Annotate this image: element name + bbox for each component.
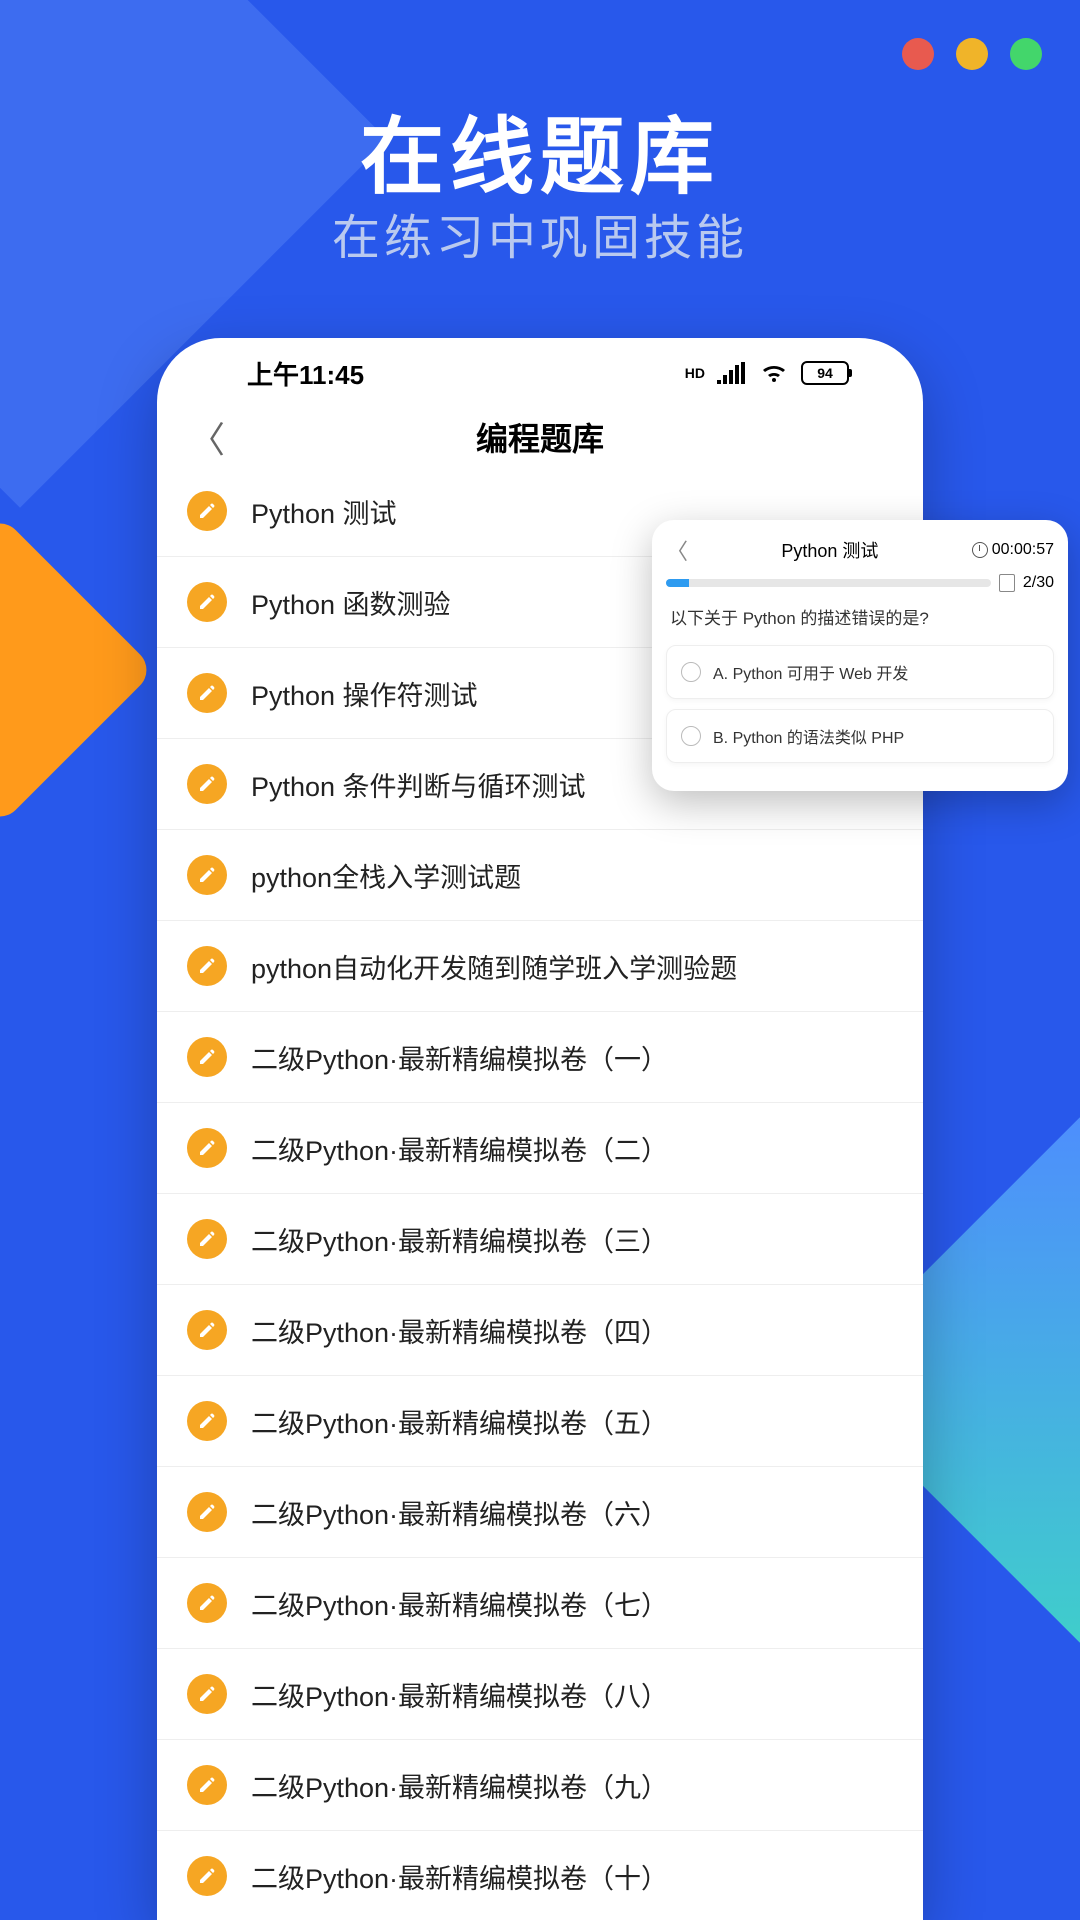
list-item-label: 二级Python·最新精编模拟卷（五） — [251, 1402, 668, 1441]
status-bar: 上午11:45 HD 94 — [157, 338, 923, 408]
popup-progress-row: 2/30 — [666, 574, 1054, 592]
list-item[interactable]: python全栈入学测试题 — [157, 830, 923, 921]
nav-title: 编程题库 — [476, 414, 604, 460]
pencil-icon — [187, 1856, 227, 1896]
popup-back-icon[interactable]: 〈 — [666, 534, 688, 566]
list-item-label: 二级Python·最新精编模拟卷（九） — [251, 1766, 668, 1805]
pencil-icon — [187, 855, 227, 895]
bookmark-icon[interactable] — [999, 574, 1015, 592]
pencil-icon — [187, 1583, 227, 1623]
dot-yellow — [956, 38, 988, 70]
pencil-icon — [187, 946, 227, 986]
list-item[interactable]: 二级Python·最新精编模拟卷（七） — [157, 1558, 923, 1649]
list-item-label: Python 函数测验 — [251, 583, 451, 622]
list-item-label: Python 测试 — [251, 492, 397, 531]
battery-icon: 94 — [801, 361, 849, 385]
list-item[interactable]: 二级Python·最新精编模拟卷（五） — [157, 1376, 923, 1467]
list-item-label: 二级Python·最新精编模拟卷（六） — [251, 1493, 668, 1532]
list-item-label: 二级Python·最新精编模拟卷（三） — [251, 1220, 668, 1259]
pencil-icon — [187, 673, 227, 713]
popup-header: 〈 Python 测试 00:00:57 — [666, 534, 1054, 566]
option-text: A. Python 可用于 Web 开发 — [713, 660, 908, 684]
pencil-icon — [187, 582, 227, 622]
radio-icon — [681, 726, 701, 746]
list-item-label: Python 操作符测试 — [251, 674, 478, 713]
window-controls — [902, 38, 1042, 70]
option-text: B. Python 的语法类似 PHP — [713, 724, 904, 748]
pencil-icon — [187, 1492, 227, 1532]
back-icon[interactable]: 〈 — [189, 411, 225, 463]
list-item[interactable]: 二级Python·最新精编模拟卷（三） — [157, 1194, 923, 1285]
list-item[interactable]: 二级Python·最新精编模拟卷（二） — [157, 1103, 923, 1194]
list-item[interactable]: 二级Python·最新精编模拟卷（六） — [157, 1467, 923, 1558]
list-item-label: 二级Python·最新精编模拟卷（四） — [251, 1311, 668, 1350]
list-item-label: python自动化开发随到随学班入学测验题 — [251, 947, 737, 986]
list-item-label: 二级Python·最新精编模拟卷（八） — [251, 1675, 668, 1714]
list-item-label: Python 条件判断与循环测试 — [251, 765, 586, 804]
status-right: HD 94 — [685, 361, 849, 385]
hd-icon: HD — [685, 365, 705, 381]
progress-fill — [666, 579, 689, 587]
quiz-option[interactable]: B. Python 的语法类似 PHP — [666, 709, 1054, 763]
list-item-label: 二级Python·最新精编模拟卷（十） — [251, 1857, 668, 1896]
pencil-icon — [187, 1219, 227, 1259]
pencil-icon — [187, 1128, 227, 1168]
list-item[interactable]: 二级Python·最新精编模拟卷（十） — [157, 1831, 923, 1920]
list-item[interactable]: python自动化开发随到随学班入学测验题 — [157, 921, 923, 1012]
nav-bar: 〈 编程题库 — [157, 408, 923, 466]
list-item[interactable]: 二级Python·最新精编模拟卷（一） — [157, 1012, 923, 1103]
pencil-icon — [187, 1765, 227, 1805]
wifi-icon — [759, 362, 789, 384]
popup-timer: 00:00:57 — [972, 541, 1054, 559]
radio-icon — [681, 662, 701, 682]
pencil-icon — [187, 1674, 227, 1714]
dot-red — [902, 38, 934, 70]
popup-count: 2/30 — [1023, 574, 1054, 592]
pencil-icon — [187, 491, 227, 531]
status-time: 上午11:45 — [247, 355, 364, 392]
quiz-popup: 〈 Python 测试 00:00:57 2/30 以下关于 Python 的描… — [652, 520, 1068, 791]
list-item-label: 二级Python·最新精编模拟卷（一） — [251, 1038, 668, 1077]
pencil-icon — [187, 1401, 227, 1441]
signal-icon — [717, 362, 747, 384]
list-item[interactable]: 二级Python·最新精编模拟卷（九） — [157, 1740, 923, 1831]
hero-title: 在线题库 — [0, 90, 1080, 211]
popup-question: 以下关于 Python 的描述错误的是? — [670, 604, 1050, 629]
dot-green — [1010, 38, 1042, 70]
quiz-option[interactable]: A. Python 可用于 Web 开发 — [666, 645, 1054, 699]
pencil-icon — [187, 1310, 227, 1350]
hero-subtitle: 在练习中巩固技能 — [0, 198, 1080, 268]
pencil-icon — [187, 1037, 227, 1077]
list-item-label: 二级Python·最新精编模拟卷（七） — [251, 1584, 668, 1623]
list-item-label: python全栈入学测试题 — [251, 856, 521, 895]
clock-icon — [972, 542, 988, 558]
popup-title: Python 测试 — [781, 537, 878, 563]
pencil-icon — [187, 764, 227, 804]
list-item[interactable]: 二级Python·最新精编模拟卷（四） — [157, 1285, 923, 1376]
list-item[interactable]: 二级Python·最新精编模拟卷（八） — [157, 1649, 923, 1740]
list-item-label: 二级Python·最新精编模拟卷（二） — [251, 1129, 668, 1168]
bg-decoration-orange — [0, 514, 156, 825]
progress-bar — [666, 579, 991, 587]
